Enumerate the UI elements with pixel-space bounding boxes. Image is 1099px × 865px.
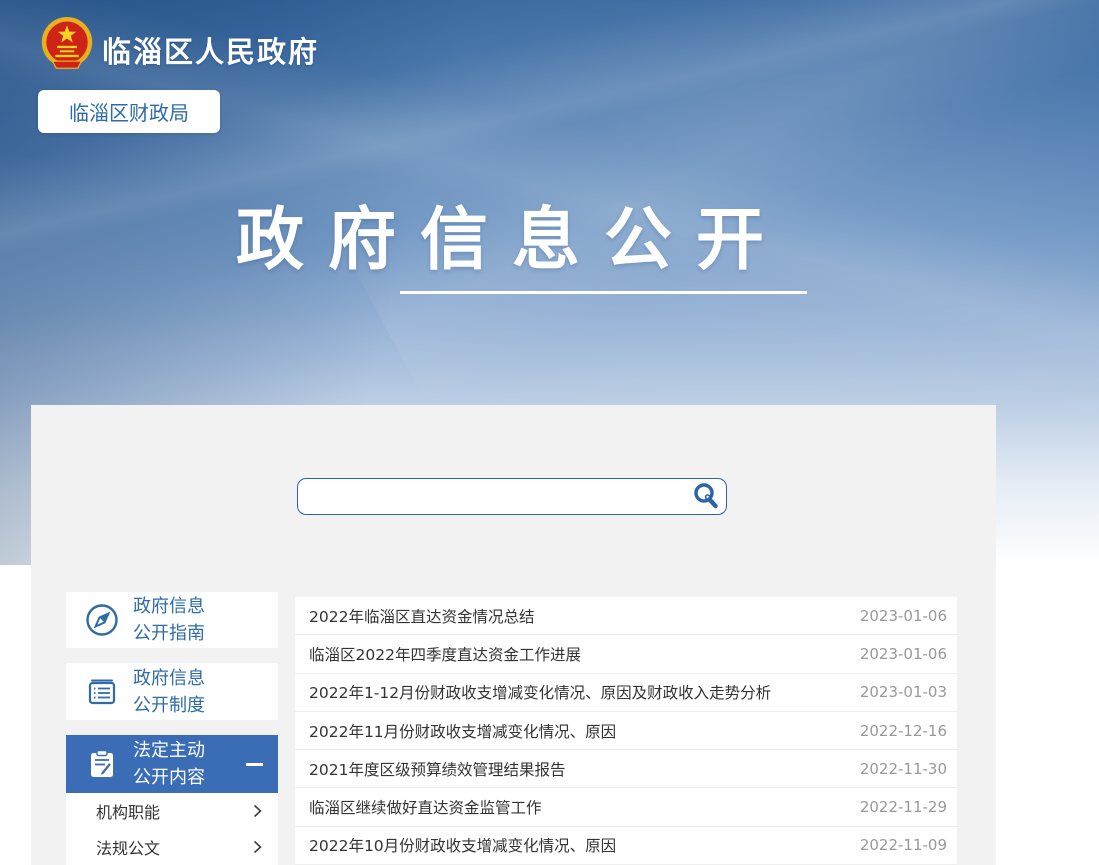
sidebar-label-line2: 公开制度 [133,692,205,719]
sidebar-label-line1: 法定主动 [133,737,205,764]
list-item[interactable]: 2022年1-12月份财政收支增减变化情况、原因及财政收入走势分析 2023-0… [295,674,957,712]
subitem-label: 法规公文 [96,835,160,859]
list-item[interactable]: 2022年10月份财政收支增减变化情况、原因 2022-11-09 [295,827,957,865]
sidebar-item-gov-info-guide[interactable]: 政府信息 公开指南 [66,592,278,648]
collapse-minus-icon[interactable] [246,763,263,766]
article-list: 2022年临淄区直达资金情况总结 2023-01-06 临淄区2022年四季度直… [295,597,957,865]
search-bar [297,478,727,515]
article-date: 2023-01-06 [860,607,947,625]
sidebar-label-line1: 政府信息 [133,593,205,620]
chevron-right-icon [253,804,262,818]
article-title[interactable]: 2021年度区级预算绩效管理结果报告 [309,758,565,780]
sidebar-item-statutory-disclosure[interactable]: 法定主动 公开内容 [66,735,278,793]
list-item[interactable]: 临淄区继续做好直达资金监管工作 2022-11-29 [295,788,957,826]
article-date: 2022-12-16 [860,722,947,740]
article-date: 2022-11-09 [860,836,947,854]
national-emblem-icon [40,16,94,72]
title-underline [400,291,807,294]
bureau-badge-button[interactable]: 临淄区财政局 [38,90,220,133]
search-icon [691,481,721,511]
article-title[interactable]: 2022年11月份财政收支增减变化情况、原因 [309,720,616,742]
article-title[interactable]: 2022年10月份财政收支增减变化情况、原因 [309,834,616,856]
chevron-right-icon [253,840,262,854]
article-date: 2022-11-30 [860,760,947,778]
sidebar-subitem-agency-functions[interactable]: 机构职能 [66,793,278,829]
article-date: 2023-01-03 [860,683,947,701]
article-title[interactable]: 2022年1-12月份财政收支增减变化情况、原因及财政收入走势分析 [309,681,771,703]
search-button[interactable] [690,481,722,512]
list-item[interactable]: 临淄区2022年四季度直达资金工作进展 2023-01-06 [295,635,957,673]
sidebar-subitem-regulations[interactable]: 法规公文 [66,829,278,865]
page-title: 政府信息公开 [0,184,1000,283]
article-date: 2023-01-06 [860,645,947,663]
site-title: 临淄区人民政府 [102,29,319,71]
search-input[interactable] [298,479,686,513]
sidebar-label-line1: 政府信息 [133,665,205,692]
list-item[interactable]: 2021年度区级预算绩效管理结果报告 2022-11-30 [295,750,957,788]
sidebar-item-gov-info-system[interactable]: 政府信息 公开制度 [66,663,278,720]
clipboard-pencil-icon [85,747,119,781]
article-title[interactable]: 2022年临淄区直达资金情况总结 [309,605,534,627]
ledger-icon [85,675,119,709]
sidebar-submenu: 机构职能 法规公文 [66,793,278,865]
sidebar-label-line2: 公开内容 [133,764,205,791]
subitem-label: 机构职能 [96,799,160,823]
article-title[interactable]: 临淄区继续做好直达资金监管工作 [309,796,542,818]
sidebar-label-line2: 公开指南 [133,620,205,647]
article-date: 2022-11-29 [860,798,947,816]
list-item[interactable]: 2022年临淄区直达资金情况总结 2023-01-06 [295,597,957,635]
article-title[interactable]: 临淄区2022年四季度直达资金工作进展 [309,643,581,665]
list-item[interactable]: 2022年11月份财政收支增减变化情况、原因 2022-12-16 [295,712,957,750]
compass-icon [85,603,119,637]
